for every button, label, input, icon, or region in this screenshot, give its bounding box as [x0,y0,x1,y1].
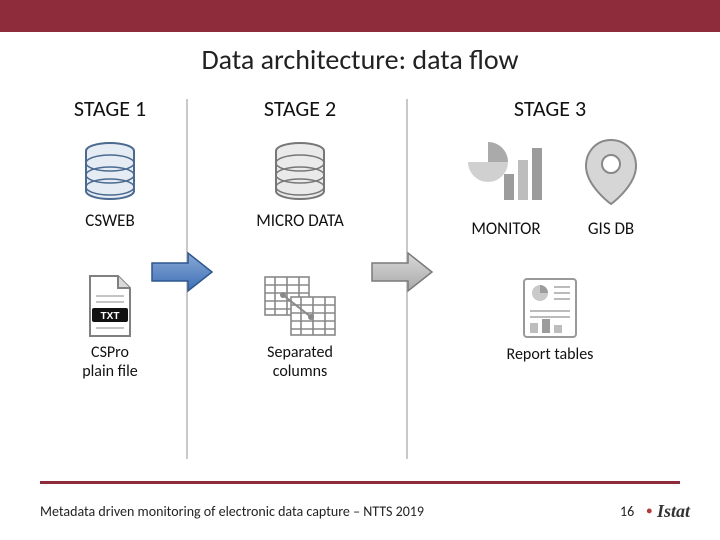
database-icon [271,138,329,208]
page-title: Data architecture: data flow [0,32,720,95]
stage-1-column: STAGE 1 CSWEB TXT CSPro plain file [40,95,180,381]
footer-rule [40,481,680,484]
csweb-label: CSWEB [85,210,134,231]
txt-file-icon: TXT [84,271,136,341]
map-pin-icon [582,138,640,208]
footer-text: Metadata driven monitoring of electronic… [40,503,424,520]
stage-3-label: STAGE 3 [514,95,586,122]
database-icon [81,138,139,208]
stage-2-column: STAGE 2 MICRO DATA [210,95,390,381]
header-bar [0,0,720,32]
arrow-icon [370,251,436,293]
footer: Metadata driven monitoring of electronic… [40,501,690,522]
report-label: Report tables [507,345,594,364]
stage-2-label: STAGE 2 [264,95,336,122]
arrow-icon [150,251,216,293]
stages-area: STAGE 1 CSWEB TXT CSPro plain file [0,95,720,381]
txt-badge: TXT [101,311,120,322]
cspro-label: CSPro plain file [82,343,138,381]
stage-1-label: STAGE 1 [74,95,146,122]
monitor-chart-icon [460,138,552,208]
microdata-label: MICRO DATA [256,210,344,231]
separated-cols-label: Separated columns [267,343,333,381]
monitor-label: MONITOR [471,218,540,239]
stage-3-column: STAGE 3 MONITOR [420,95,680,381]
page-number: 16 [620,503,634,520]
gis-label: GIS DB [588,218,634,239]
report-icon [520,273,580,343]
istat-logo: • Istat [646,501,690,522]
tables-icon [261,271,339,341]
